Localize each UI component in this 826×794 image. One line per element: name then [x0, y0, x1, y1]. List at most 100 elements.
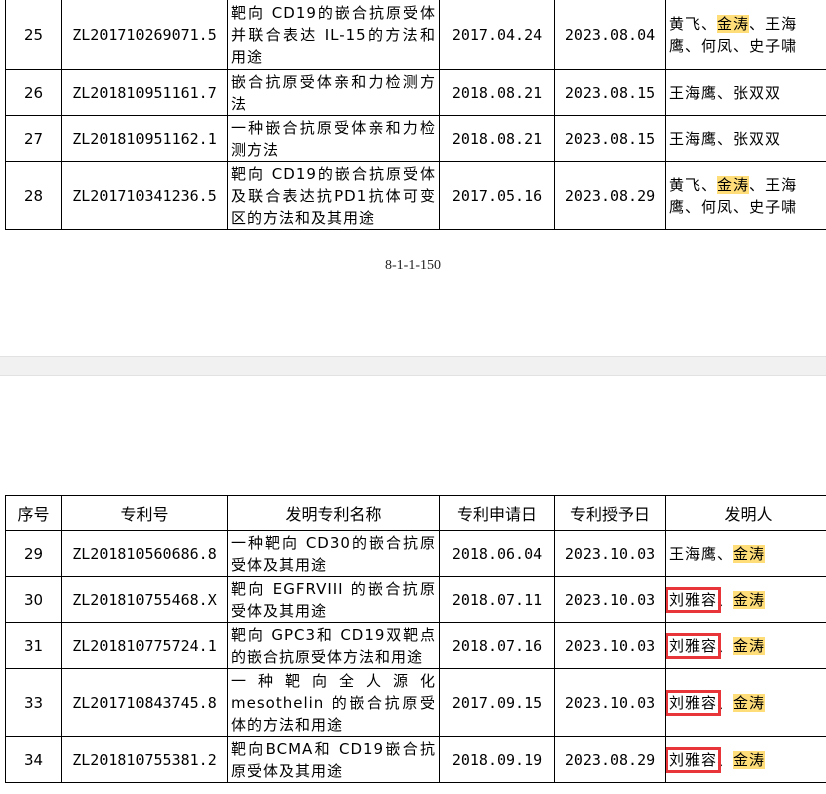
- page-separator: [0, 356, 826, 376]
- row-granted-date: 2023.08.29: [554, 736, 666, 783]
- inventor-separator: 、: [733, 197, 750, 216]
- patent-table-page-2: 序号 专利号 发明专利名称 专利申请日 专利授予日 发明人 29 ZL201810…: [5, 495, 826, 783]
- inventor-name: 何凤: [701, 197, 734, 216]
- table-row: 29 ZL201810560686.8 一种靶向 CD30的嵌合抗原受体及其用途 20…: [5, 530, 826, 577]
- inventor-separator: 、: [685, 36, 702, 55]
- inventor-separator: 、: [717, 693, 734, 712]
- inventor-name: 金涛: [717, 14, 750, 33]
- inventor-name: 王海鹰: [669, 129, 718, 148]
- inventor-separator: 、: [749, 175, 766, 194]
- row-patent-no: ZL201710341236.5: [61, 161, 228, 230]
- inventor-name: 史子啸: [749, 36, 798, 55]
- row-filed-date: 2018.07.11: [439, 576, 555, 623]
- header-granted: 专利授予日: [554, 495, 666, 531]
- row-seq: 29: [5, 530, 62, 577]
- row-seq: 34: [5, 736, 62, 783]
- row-seq: 27: [5, 115, 62, 162]
- row-patent-no: ZL201710269071.5: [61, 0, 228, 70]
- row-title: 一种靶向 CD30的嵌合抗原受体及其用途: [227, 530, 440, 577]
- inventor-name: 史子啸: [749, 197, 798, 216]
- row-inventors: 刘雅容、金涛: [665, 668, 826, 737]
- inventor-name: 王海鹰: [669, 83, 718, 102]
- header-inventors: 发明人: [665, 495, 826, 531]
- row-filed-date: 2017.09.15: [439, 668, 555, 737]
- inventor-name: 金涛: [733, 544, 766, 563]
- row-inventors: 王海鹰、金涛: [665, 530, 826, 577]
- row-seq: 25: [5, 0, 62, 70]
- inventor-separator: 、: [701, 175, 718, 194]
- inventor-name: 金涛: [733, 590, 766, 609]
- row-patent-no: ZL201810951162.1: [61, 115, 228, 162]
- row-seq: 31: [5, 622, 62, 669]
- row-granted-date: 2023.10.03: [554, 622, 666, 669]
- inventor-name: 刘雅容: [666, 632, 722, 659]
- inventor-name: 金涛: [733, 636, 766, 655]
- row-granted-date: 2023.10.03: [554, 530, 666, 577]
- inventor-separator: 、: [717, 544, 734, 563]
- inventor-name: 刘雅容: [666, 689, 722, 716]
- inventor-name: 王海鹰: [669, 544, 718, 563]
- inventor-name: 黄飞: [669, 175, 702, 194]
- row-granted-date: 2023.10.03: [554, 668, 666, 737]
- patent-table-page-1: 25 ZL201710269071.5 靶向 CD19的嵌合抗原受体并联合表达 IL…: [5, 0, 826, 230]
- inventor-name: 金涛: [733, 750, 766, 769]
- header-filed: 专利申请日: [439, 495, 555, 531]
- row-inventors: 王海鹰、张双双: [665, 115, 826, 162]
- patent-table-body: 25 ZL201710269071.5 靶向 CD19的嵌合抗原受体并联合表达 IL…: [5, 0, 826, 230]
- header-title: 发明专利名称: [227, 495, 440, 531]
- row-granted-date: 2023.08.29: [554, 161, 666, 230]
- inventor-separator: 、: [701, 14, 718, 33]
- row-title: 靶向 EGFRVIII 的嵌合抗原受体及其用途: [227, 576, 440, 623]
- header-seq: 序号: [5, 495, 62, 531]
- inventor-separator: 、: [717, 636, 734, 655]
- row-inventors: 王海鹰、张双双: [665, 69, 826, 116]
- row-seq: 33: [5, 668, 62, 737]
- row-title: 一种靶向全人源化 mesothelin 的嵌合抗原受体的方法和用途: [227, 668, 440, 737]
- row-seq: 28: [5, 161, 62, 230]
- inventor-name: 张双双: [733, 129, 782, 148]
- row-seq: 26: [5, 69, 62, 116]
- patent-table-body: 29 ZL201810560686.8 一种靶向 CD30的嵌合抗原受体及其用途 20…: [5, 530, 826, 783]
- row-patent-no: ZL201810755468.X: [61, 576, 228, 623]
- row-granted-date: 2023.08.15: [554, 115, 666, 162]
- row-inventors: 黄飞、金涛、王海鹰、何凤、史子啸: [665, 0, 826, 70]
- page-number: 8-1-1-150: [385, 258, 441, 273]
- row-filed-date: 2018.09.19: [439, 736, 555, 783]
- row-filed-date: 2018.08.21: [439, 115, 555, 162]
- row-granted-date: 2023.08.15: [554, 69, 666, 116]
- inventor-separator: 、: [717, 750, 734, 769]
- inventor-separator: 、: [717, 590, 734, 609]
- row-patent-no: ZL201810755381.2: [61, 736, 228, 783]
- row-seq: 30: [5, 576, 62, 623]
- inventor-name: 刘雅容: [666, 746, 722, 773]
- inventor-name: 金涛: [717, 175, 750, 194]
- row-inventors: 刘雅容、金涛: [665, 736, 826, 783]
- table-header: 序号 专利号 发明专利名称 专利申请日 专利授予日 发明人: [5, 495, 826, 531]
- row-title: 靶向BCMA和 CD19嵌合抗原受体及其用途: [227, 736, 440, 783]
- table-row: 34 ZL201810755381.2 靶向BCMA和 CD19嵌合抗原受体及其用途…: [5, 736, 826, 783]
- inventor-separator: 、: [749, 14, 766, 33]
- row-inventors: 黄飞、金涛、王海鹰、何凤、史子啸: [665, 161, 826, 230]
- row-filed-date: 2018.08.21: [439, 69, 555, 116]
- inventor-name: 刘雅容: [666, 586, 722, 613]
- document-page-1: 25 ZL201710269071.5 靶向 CD19的嵌合抗原受体并联合表达 IL…: [0, 0, 826, 356]
- inventor-name: 黄飞: [669, 14, 702, 33]
- row-inventors: 刘雅容、金涛: [665, 576, 826, 623]
- inventor-separator: 、: [717, 83, 734, 102]
- row-title: 一种嵌合抗原受体亲和力检测方法: [227, 115, 440, 162]
- inventor-name: 何凤: [701, 36, 734, 55]
- table-row: 26 ZL201810951161.7 嵌合抗原受体亲和力检测方法 2018.08.2…: [5, 69, 826, 116]
- row-filed-date: 2018.07.16: [439, 622, 555, 669]
- table-row: 27 ZL201810951162.1 一种嵌合抗原受体亲和力检测方法 2018.08…: [5, 115, 826, 162]
- row-patent-no: ZL201810951161.7: [61, 69, 228, 116]
- row-patent-no: ZL201810560686.8: [61, 530, 228, 577]
- row-title: 靶向 CD19的嵌合抗原受体并联合表达 IL-15的方法和用途: [227, 0, 440, 70]
- header-patent-no: 专利号: [61, 495, 228, 531]
- row-granted-date: 2023.10.03: [554, 576, 666, 623]
- table-row: 33 ZL201710843745.8 一种靶向全人源化 mesothelin 的嵌…: [5, 668, 826, 737]
- row-granted-date: 2023.08.04: [554, 0, 666, 70]
- table-row: 31 ZL201810775724.1 靶向 GPC3和 CD19双靶点的嵌合抗原受…: [5, 622, 826, 669]
- inventor-separator: 、: [685, 197, 702, 216]
- table-row: 25 ZL201710269071.5 靶向 CD19的嵌合抗原受体并联合表达 IL…: [5, 0, 826, 70]
- row-patent-no: ZL201810775724.1: [61, 622, 228, 669]
